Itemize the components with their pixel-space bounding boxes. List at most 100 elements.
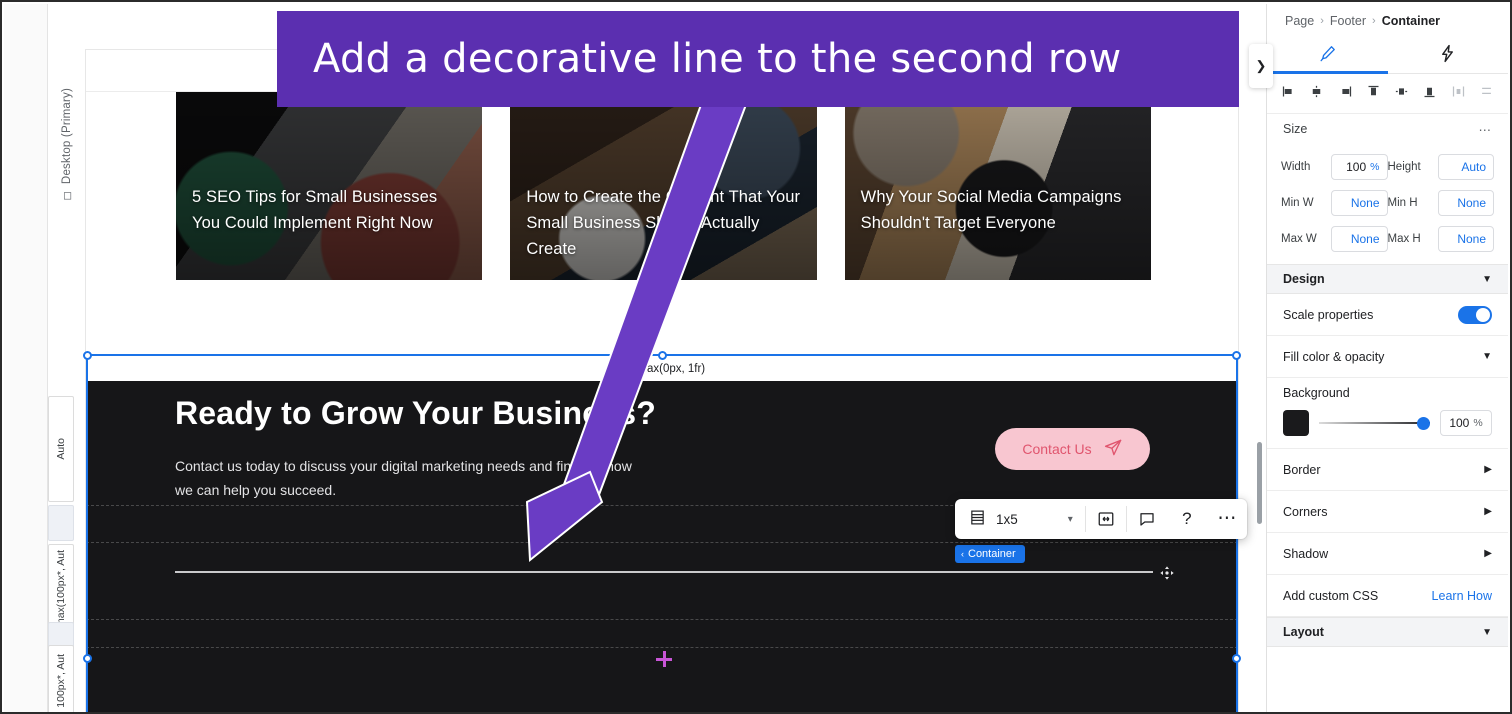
fill-color-opacity-row[interactable]: Fill color & opacity ▼: [1267, 336, 1508, 378]
min-height-input[interactable]: None: [1437, 190, 1494, 216]
chevron-down-icon: ▼: [1482, 351, 1492, 362]
shadow-row[interactable]: Shadow ▶: [1267, 533, 1508, 575]
canvas-vertical-scrollbar[interactable]: [1257, 442, 1262, 524]
size-more-icon[interactable]: ⋯: [1479, 122, 1493, 137]
panel-toggle-chevron-right-icon[interactable]: ❯: [1249, 44, 1273, 88]
align-top-icon[interactable]: [1366, 84, 1381, 104]
instruction-callout: Add a decorative line to the second row: [277, 11, 1239, 107]
background-block: Background 100 %: [1267, 378, 1508, 449]
plus-marker-icon[interactable]: [656, 651, 672, 667]
scale-properties-toggle[interactable]: [1458, 305, 1492, 324]
grid-rows-icon: [969, 509, 986, 529]
chevron-right-icon: ▶: [1484, 506, 1492, 517]
tab-interactions[interactable]: [1388, 38, 1509, 73]
distribute-vertical-icon[interactable]: [1479, 84, 1494, 104]
more-icon[interactable]: ⋯: [1207, 499, 1247, 539]
selection-badge-container[interactable]: ‹ Container: [955, 545, 1025, 563]
width-input[interactable]: 100 %: [1331, 154, 1388, 180]
distribute-horizontal-icon[interactable]: [1451, 84, 1466, 104]
chevron-down-icon: ▼: [1482, 273, 1492, 285]
breadcrumb-separator: ›: [1320, 15, 1324, 27]
blog-card[interactable]: 5 SEO Tips for Small Businesses You Coul…: [176, 92, 483, 280]
grid-floating-toolbar[interactable]: 1x5 ▾ ? ⋯: [955, 499, 1247, 539]
max-width-input[interactable]: None: [1331, 226, 1388, 252]
chevron-left-icon: ‹: [961, 549, 964, 559]
device-label: Desktop (Primary) ◻: [56, 88, 78, 203]
custom-css-label: Add custom CSS: [1283, 588, 1379, 603]
panel-tabs: [1267, 38, 1508, 74]
grid-guide-line: [86, 647, 1238, 648]
column-track-label: minmax(0px, 1fr): [86, 357, 1238, 381]
selection-handle-top-center[interactable]: [658, 351, 667, 360]
custom-css-row[interactable]: Add custom CSS Learn How: [1267, 575, 1508, 617]
scale-properties-row[interactable]: Scale properties: [1267, 294, 1508, 336]
selection-handle-top-left[interactable]: [83, 351, 92, 360]
opacity-input[interactable]: 100 %: [1440, 410, 1492, 436]
size-section-header: Size ⋯: [1267, 114, 1508, 144]
blog-card[interactable]: How to Create the Content That Your Smal…: [510, 92, 817, 280]
layout-title: Layout: [1283, 625, 1324, 639]
contact-us-label: Contact Us: [1022, 441, 1092, 457]
blog-card-title: Why Your Social Media Campaigns Shouldn'…: [860, 188, 1122, 232]
align-left-icon[interactable]: [1281, 84, 1296, 104]
cta-heading: Ready to Grow Your Business?: [175, 395, 656, 431]
height-input[interactable]: Auto: [1437, 154, 1494, 180]
learn-how-link[interactable]: Learn How: [1432, 589, 1492, 603]
align-middle-vertical-icon[interactable]: [1394, 84, 1409, 104]
breadcrumb-item-footer[interactable]: Footer: [1330, 14, 1366, 28]
selection-handle-mid-left[interactable]: [83, 654, 92, 663]
opacity-value: 100: [1449, 416, 1470, 430]
breadcrumb-item-container[interactable]: Container: [1382, 14, 1440, 28]
corners-row[interactable]: Corners ▶: [1267, 491, 1508, 533]
selection-badge-label: Container: [968, 548, 1016, 560]
size-row: Width 100 % Height Auto: [1281, 154, 1494, 180]
layout-section-header[interactable]: Layout ▼: [1267, 617, 1508, 647]
selection-handle-top-right[interactable]: [1232, 351, 1241, 360]
background-color-swatch[interactable]: [1283, 410, 1309, 436]
grid-guide-line: [86, 619, 1238, 620]
help-icon[interactable]: ?: [1167, 499, 1207, 539]
breadcrumb: Page › Footer › Container: [1267, 4, 1508, 38]
brush-icon: [1318, 44, 1337, 68]
move-icon[interactable]: [1159, 565, 1175, 581]
contact-us-button[interactable]: Contact Us: [995, 428, 1150, 470]
grid-size-selector[interactable]: 1x5 ▾: [955, 499, 1085, 539]
monitor-icon: ◻: [61, 190, 74, 204]
corners-label: Corners: [1283, 504, 1328, 519]
border-row[interactable]: Border ▶: [1267, 449, 1508, 491]
opacity-slider[interactable]: [1319, 415, 1430, 431]
selection-handle-mid-right[interactable]: [1232, 654, 1241, 663]
chevron-right-icon: ▶: [1484, 464, 1492, 475]
row-gap-1[interactable]: [48, 505, 74, 541]
max-width-label: Max W: [1281, 233, 1317, 245]
width-label: Width: [1281, 161, 1311, 173]
comment-icon[interactable]: [1127, 499, 1167, 539]
row-track-minmax-2[interactable]: 100px*, Aut: [48, 645, 74, 712]
min-width-input[interactable]: None: [1331, 190, 1388, 216]
tab-design[interactable]: [1267, 38, 1388, 74]
blog-card[interactable]: Why Your Social Media Campaigns Shouldn'…: [844, 92, 1151, 280]
properties-panel: Page › Footer › Container Size ⋯ Width 1…: [1266, 4, 1508, 712]
cta-body-text: Contact us today to discuss your digital…: [175, 458, 632, 498]
align-bottom-icon[interactable]: [1422, 84, 1437, 104]
breadcrumb-item-page[interactable]: Page: [1285, 14, 1314, 28]
max-height-input[interactable]: None: [1437, 226, 1494, 252]
opacity-slider-knob[interactable]: [1417, 417, 1430, 430]
background-label: Background: [1283, 386, 1350, 400]
resize-horizontal-icon[interactable]: [1086, 499, 1126, 539]
lightning-icon: [1438, 44, 1457, 68]
decorative-line[interactable]: [175, 571, 1153, 573]
height-value: Auto: [1461, 160, 1486, 174]
chevron-right-icon: ▶: [1484, 548, 1492, 559]
breadcrumb-separator: ›: [1372, 15, 1376, 27]
opacity-slider-track: [1319, 422, 1430, 424]
max-width-value: None: [1350, 232, 1380, 246]
align-center-horizontal-icon[interactable]: [1309, 84, 1324, 104]
blog-card-title: How to Create the Content That Your Smal…: [526, 188, 801, 258]
size-fields: Width 100 % Height Auto Min W None Min H…: [1267, 144, 1508, 264]
grid-size-value: 1x5: [996, 511, 1018, 527]
app-window: Desktop (Primary) ◻ Auto inmax(100px*, A…: [0, 0, 1512, 714]
align-right-icon[interactable]: [1338, 84, 1353, 104]
row-track-auto[interactable]: Auto: [48, 396, 74, 502]
design-section-header[interactable]: Design ▼: [1267, 264, 1508, 294]
